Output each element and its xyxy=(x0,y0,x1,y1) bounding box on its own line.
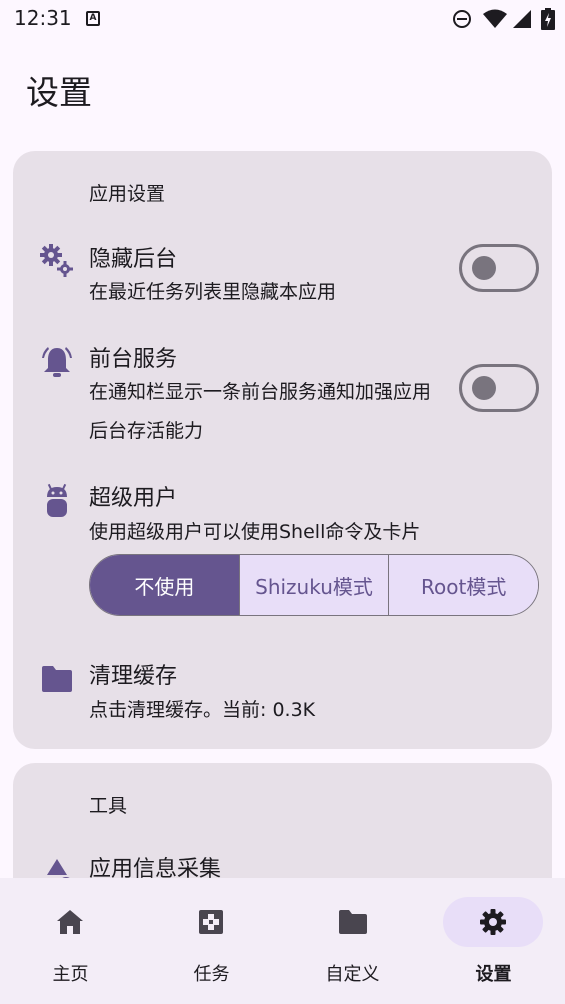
nav-item-settings[interactable]: 设置 xyxy=(423,878,564,1004)
battery-charging-icon xyxy=(541,8,555,30)
superuser-mode-selector: 不使用 Shizuku模式 Root模式 xyxy=(89,554,539,616)
folder-icon xyxy=(339,910,367,934)
status-bar: 12:31 A xyxy=(0,0,565,40)
foreground-service-desc: 在通知栏显示一条前台服务通知加强应用后台存活能力 xyxy=(89,381,432,442)
gears-icon xyxy=(40,244,73,277)
page-title: 设置 xyxy=(26,73,92,112)
nav-item-home[interactable]: 主页 xyxy=(0,878,141,1004)
bottom-navigation: 主页 任务 自定义 设置 xyxy=(0,878,565,1004)
foreground-service-switch[interactable] xyxy=(459,364,539,412)
home-icon xyxy=(57,910,83,934)
clear-cache-title: 清理缓存 xyxy=(89,664,178,689)
hide-background-title: 隐藏后台 xyxy=(89,247,178,272)
android-icon xyxy=(47,483,67,517)
hide-background-desc: 在最近任务列表里隐藏本应用 xyxy=(89,281,337,303)
wifi-icon xyxy=(483,9,507,28)
mode-none-button[interactable]: 不使用 xyxy=(90,555,240,615)
do-not-disturb-icon xyxy=(453,10,471,28)
task-icon xyxy=(199,910,223,934)
superuser-title: 超级用户 xyxy=(89,486,178,511)
nav-label-settings: 设置 xyxy=(475,964,512,985)
signal-icon xyxy=(513,10,531,28)
foreground-service-title: 前台服务 xyxy=(89,347,178,372)
notification-a-icon: A xyxy=(86,11,100,26)
gear-icon xyxy=(480,909,506,935)
tools-section-title: 工具 xyxy=(89,795,128,817)
nav-label-home: 主页 xyxy=(52,964,89,985)
nav-item-custom[interactable]: 自定义 xyxy=(282,878,423,1004)
mode-root-button[interactable]: Root模式 xyxy=(389,555,538,615)
superuser-desc: 使用超级用户可以使用Shell命令及卡片 xyxy=(89,521,421,543)
clear-cache-desc: 点击清理缓存。当前: 0.3K xyxy=(89,699,316,721)
bell-ring-icon xyxy=(42,347,72,377)
mode-shizuku-button[interactable]: Shizuku模式 xyxy=(239,555,390,615)
switch-knob xyxy=(472,256,496,280)
app-settings-section-title: 应用设置 xyxy=(89,183,166,205)
switch-knob xyxy=(472,376,496,400)
app-settings-card: 应用设置 隐藏后台 在最近任务列表里隐藏本应用 前台服务 在通知栏显示一条前台服… xyxy=(13,151,552,749)
nav-label-custom: 自定义 xyxy=(325,964,380,985)
nav-item-tasks[interactable]: 任务 xyxy=(141,878,282,1004)
hide-background-switch[interactable] xyxy=(459,244,539,292)
folder-icon xyxy=(42,666,72,692)
status-time: 12:31 xyxy=(14,6,72,30)
nav-label-tasks: 任务 xyxy=(193,964,230,985)
